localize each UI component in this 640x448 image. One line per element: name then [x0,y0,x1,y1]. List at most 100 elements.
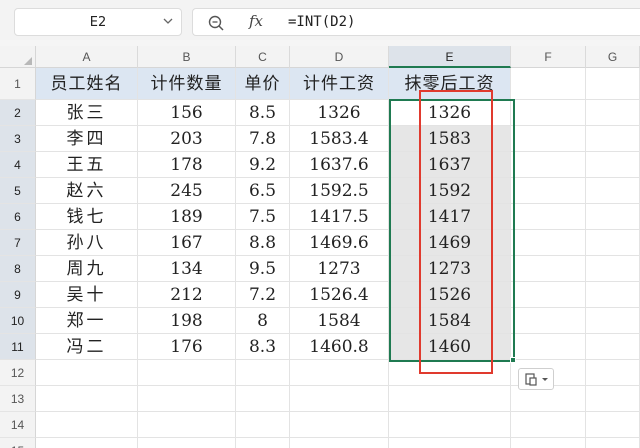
table-cell[interactable]: 8.3 [236,334,290,360]
formula-input[interactable]: fx =INT(D2) [192,8,640,36]
empty-cell[interactable] [36,360,138,386]
empty-cell[interactable] [586,100,640,126]
empty-cell[interactable] [290,412,389,438]
table-cell[interactable]: 王五 [36,152,138,178]
row-header-10[interactable]: 10 [0,308,36,334]
table-cell[interactable]: 李四 [36,126,138,152]
column-header-b[interactable]: B [138,46,236,68]
chevron-down-icon[interactable] [163,16,173,26]
empty-cell[interactable] [36,386,138,412]
empty-cell[interactable] [511,282,586,308]
empty-cell[interactable] [389,386,511,412]
table-cell[interactable]: 7.2 [236,282,290,308]
empty-cell[interactable] [586,334,640,360]
table-cell[interactable]: 176 [138,334,236,360]
table-cell[interactable]: 冯二 [36,334,138,360]
column-header-f[interactable]: F [511,46,586,68]
row-header-6[interactable]: 6 [0,204,36,230]
empty-cell[interactable] [511,68,586,100]
table-cell[interactable]: 134 [138,256,236,282]
table-cell[interactable]: 1326 [290,100,389,126]
table-cell[interactable]: 7.8 [236,126,290,152]
row-header-11[interactable]: 11 [0,334,36,360]
table-cell[interactable]: 198 [138,308,236,334]
table-cell[interactable]: 1526.4 [290,282,389,308]
table-cell[interactable]: 1469.6 [290,230,389,256]
empty-cell[interactable] [511,100,586,126]
column-header-d[interactable]: D [290,46,389,68]
empty-cell[interactable] [511,204,586,230]
empty-cell[interactable] [511,126,586,152]
empty-cell[interactable] [511,334,586,360]
table-cell[interactable]: 8 [236,308,290,334]
empty-cell[interactable] [586,68,640,100]
table-cell[interactable]: 6.5 [236,178,290,204]
table-cell[interactable]: 156 [138,100,236,126]
formula-text[interactable]: =INT(D2) [288,14,355,30]
table-cell[interactable]: 1637.6 [290,152,389,178]
empty-cell[interactable] [389,438,511,448]
empty-cell[interactable] [586,178,640,204]
empty-cell[interactable] [586,126,640,152]
empty-cell[interactable] [586,256,640,282]
table-cell[interactable]: 1592.5 [290,178,389,204]
table-cell[interactable]: 178 [138,152,236,178]
fill-handle[interactable] [510,357,516,363]
fx-icon[interactable]: fx [249,12,263,30]
result-cell[interactable]: 1584 [389,308,511,334]
row-header-7[interactable]: 7 [0,230,36,256]
empty-cell[interactable] [511,230,586,256]
row-header-2[interactable]: 2 [0,100,36,126]
result-cell[interactable]: 1583 [389,126,511,152]
column-header-g[interactable]: G [586,46,640,68]
empty-cell[interactable] [290,386,389,412]
table-cell[interactable]: 钱七 [36,204,138,230]
row-header-15[interactable]: 15 [0,438,36,448]
table-cell[interactable]: 郑一 [36,308,138,334]
select-all-corner[interactable] [0,46,36,68]
table-cell[interactable]: 吴十 [36,282,138,308]
table-header-cell[interactable]: 计件工资 [290,68,389,100]
empty-cell[interactable] [236,386,290,412]
empty-cell[interactable] [586,412,640,438]
zoom-search-icon[interactable] [207,14,225,32]
empty-cell[interactable] [138,360,236,386]
spreadsheet-grid[interactable]: ABCDEFG 123456789101112131415 员工姓名计件数量单价… [0,46,640,448]
empty-cell[interactable] [586,282,640,308]
table-header-cell[interactable]: 抹零后工资 [389,68,511,100]
empty-cell[interactable] [236,438,290,448]
result-cell[interactable]: 1273 [389,256,511,282]
empty-cell[interactable] [236,360,290,386]
row-header-9[interactable]: 9 [0,282,36,308]
table-cell[interactable]: 周九 [36,256,138,282]
empty-cell[interactable] [586,204,640,230]
table-cell[interactable]: 189 [138,204,236,230]
result-cell[interactable]: 1460 [389,334,511,360]
table-header-cell[interactable]: 计件数量 [138,68,236,100]
column-header-e[interactable]: E [389,46,511,68]
table-cell[interactable]: 孙八 [36,230,138,256]
result-cell[interactable]: 1637 [389,152,511,178]
empty-cell[interactable] [511,152,586,178]
table-cell[interactable]: 167 [138,230,236,256]
table-cell[interactable]: 9.5 [236,256,290,282]
table-cell[interactable]: 8.8 [236,230,290,256]
row-header-3[interactable]: 3 [0,126,36,152]
empty-cell[interactable] [511,178,586,204]
row-header-14[interactable]: 14 [0,412,36,438]
column-header-c[interactable]: C [236,46,290,68]
table-cell[interactable]: 9.2 [236,152,290,178]
row-header-13[interactable]: 13 [0,386,36,412]
empty-cell[interactable] [586,386,640,412]
table-cell[interactable]: 8.5 [236,100,290,126]
table-cell[interactable]: 赵六 [36,178,138,204]
empty-cell[interactable] [290,360,389,386]
empty-cell[interactable] [586,438,640,448]
table-header-cell[interactable]: 单价 [236,68,290,100]
table-cell[interactable]: 1273 [290,256,389,282]
table-cell[interactable]: 7.5 [236,204,290,230]
result-cell[interactable]: 1592 [389,178,511,204]
empty-cell[interactable] [138,438,236,448]
name-box[interactable]: E2 [14,8,182,36]
empty-cell[interactable] [236,412,290,438]
